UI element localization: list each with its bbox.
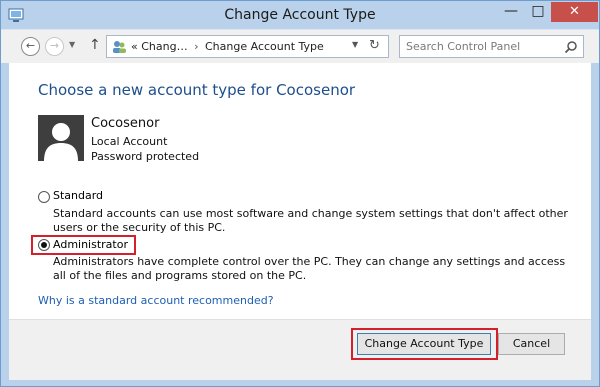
refresh-icon[interactable]: ↻ bbox=[369, 38, 380, 53]
close-button[interactable]: ✕ bbox=[551, 2, 598, 22]
up-arrow-icon[interactable]: ↑ bbox=[89, 37, 101, 53]
breadcrumb-item-parent[interactable]: Chang… bbox=[141, 40, 187, 53]
standard-label[interactable]: Standard bbox=[53, 189, 103, 202]
breadcrumb-prefix[interactable]: « bbox=[131, 40, 138, 53]
title-bar[interactable]: Change Account Type — □ ✕ bbox=[1, 1, 599, 29]
breadcrumb-separator-icon[interactable]: › bbox=[194, 40, 198, 53]
change-account-type-button[interactable]: Change Account Type bbox=[357, 333, 491, 355]
account-name: Cocosenor bbox=[91, 116, 160, 131]
breadcrumb: « Chang… › Change Account Type bbox=[131, 40, 324, 53]
user-avatar-icon bbox=[38, 115, 84, 161]
standard-radio[interactable] bbox=[38, 191, 50, 203]
cancel-button[interactable]: Cancel bbox=[498, 333, 565, 355]
recent-pages-chevron-icon[interactable]: ▼ bbox=[69, 40, 75, 49]
forward-arrow-icon[interactable]: → bbox=[45, 37, 64, 56]
password-status: Password protected bbox=[91, 150, 200, 163]
content-panel: Choose a new account type for Cocosenor … bbox=[9, 63, 591, 380]
administrator-radio[interactable] bbox=[38, 239, 50, 251]
maximize-button[interactable]: □ bbox=[525, 2, 551, 22]
administrator-label[interactable]: Administrator bbox=[53, 238, 128, 251]
back-arrow-icon[interactable]: ← bbox=[21, 37, 40, 56]
administrator-description: Administrators have complete control ove… bbox=[53, 255, 566, 282]
navigation-bar: ← → ▼ ↑ « Chang… › Change Account Type ▼… bbox=[1, 29, 599, 63]
account-type: Local Account bbox=[91, 135, 168, 148]
window: Change Account Type — □ ✕ ← → ▼ ↑ « Chan… bbox=[0, 0, 600, 387]
page-title: Choose a new account type for Cocosenor bbox=[38, 81, 356, 99]
search-icon[interactable] bbox=[564, 40, 578, 54]
minimize-button[interactable]: — bbox=[497, 2, 525, 22]
search-placeholder: Search Control Panel bbox=[406, 40, 521, 53]
button-bar: Change Account Type Cancel bbox=[9, 320, 591, 380]
address-dropdown-icon[interactable]: ▼ bbox=[352, 40, 358, 49]
user-accounts-icon bbox=[113, 41, 126, 53]
search-input[interactable]: Search Control Panel bbox=[399, 35, 584, 58]
breadcrumb-item-current[interactable]: Change Account Type bbox=[205, 40, 324, 53]
address-bar[interactable]: « Chang… › Change Account Type ▼ ↻ bbox=[106, 35, 389, 58]
standard-account-help-link[interactable]: Why is a standard account recommended? bbox=[38, 294, 274, 307]
standard-description: Standard accounts can use most software … bbox=[53, 207, 568, 234]
